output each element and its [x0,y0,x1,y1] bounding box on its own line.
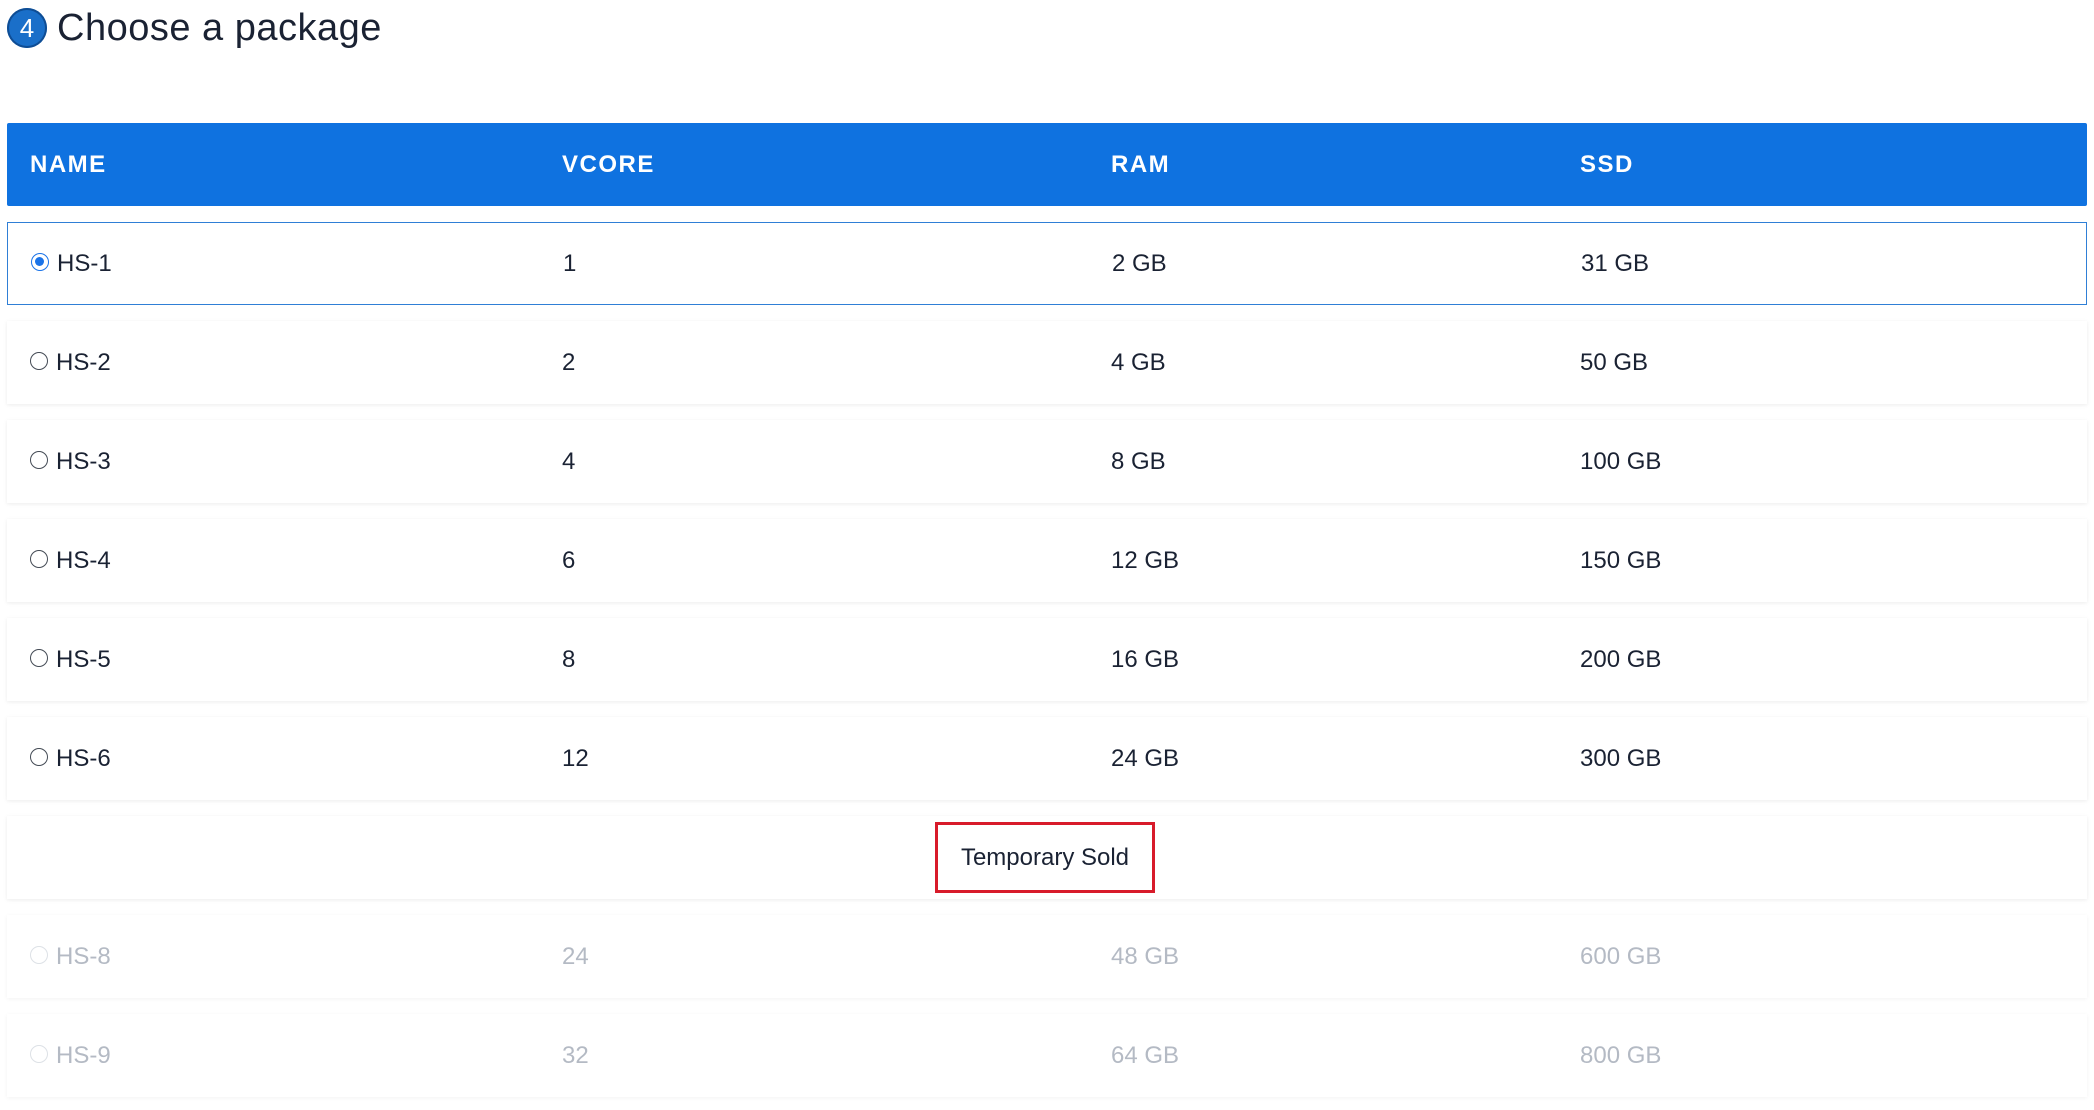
column-header-vcore: VCORE [562,150,655,178]
column-header-ram: RAM [1111,150,1171,178]
temporary-sold-label: Temporary Sold [935,822,1155,893]
package-vcore: 1 [563,249,577,277]
package-ram: 16 GB [1111,645,1180,673]
package-radio-hs-5[interactable] [30,648,48,667]
column-header-name: NAME [30,150,107,178]
package-row-hs-8: HS-8 24 48 GB 600 GB [7,915,2087,998]
package-row-hs-3[interactable]: HS-3 4 8 GB 100 GB [7,420,2087,503]
package-ssd: 50 GB [1580,348,1649,376]
package-ssd: 800 GB [1580,1041,1662,1069]
package-vcore: 24 [562,942,589,970]
package-ram: 64 GB [1111,1041,1180,1069]
package-ssd: 200 GB [1580,645,1662,673]
package-radio-hs-1[interactable] [31,252,49,271]
package-name: HS-6 [56,744,111,772]
package-ssd: 150 GB [1580,546,1662,574]
package-ssd: 100 GB [1580,447,1662,475]
section-heading: 4 Choose a package [7,3,382,53]
temporary-sold-row: Temporary Sold [7,816,2087,899]
package-radio-hs-8 [30,945,48,964]
package-vcore: 12 [562,744,589,772]
package-ssd: 31 GB [1581,249,1650,277]
package-row-hs-9: HS-9 32 64 GB 800 GB [7,1014,2087,1097]
package-ram: 48 GB [1111,942,1180,970]
package-vcore: 6 [562,546,576,574]
package-row-hs-1[interactable]: HS-1 1 2 GB 31 GB [7,222,2087,305]
package-radio-hs-3[interactable] [30,450,48,469]
step-number-badge: 4 [7,8,47,48]
package-ssd: 300 GB [1580,744,1662,772]
package-radio-hs-6[interactable] [30,747,48,766]
package-ram: 2 GB [1112,249,1167,277]
package-name: HS-9 [56,1041,111,1069]
package-name: HS-8 [56,942,111,970]
column-header-ssd: SSD [1580,150,1634,178]
section-title: Choose a package [57,6,382,49]
package-ram: 24 GB [1111,744,1180,772]
package-ram: 4 GB [1111,348,1166,376]
package-radio-hs-2[interactable] [30,351,48,370]
package-table: NAME VCORE RAM SSD HS-1 1 2 GB 31 GB HS-… [7,123,2087,1097]
package-name: HS-2 [56,348,111,376]
package-name: HS-4 [56,546,111,574]
package-ssd: 600 GB [1580,942,1662,970]
package-vcore: 32 [562,1041,589,1069]
package-name: HS-1 [57,249,112,277]
package-row-hs-4[interactable]: HS-4 6 12 GB 150 GB [7,519,2087,602]
package-row-hs-6[interactable]: HS-6 12 24 GB 300 GB [7,717,2087,800]
table-header: NAME VCORE RAM SSD [7,123,2087,206]
package-row-hs-5[interactable]: HS-5 8 16 GB 200 GB [7,618,2087,701]
package-radio-hs-9 [30,1044,48,1063]
package-ram: 12 GB [1111,546,1180,574]
package-radio-hs-4[interactable] [30,549,48,568]
package-ram: 8 GB [1111,447,1166,475]
package-vcore: 8 [562,645,576,673]
package-row-hs-2[interactable]: HS-2 2 4 GB 50 GB [7,321,2087,404]
package-vcore: 4 [562,447,576,475]
package-name: HS-5 [56,645,111,673]
package-name: HS-3 [56,447,111,475]
package-page: 4 Choose a package NAME VCORE RAM SSD HS… [0,0,2094,1110]
package-vcore: 2 [562,348,576,376]
